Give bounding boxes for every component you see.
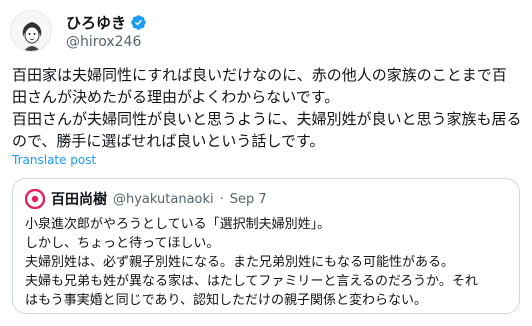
quoted-tweet-header: 百田尚樹 @hyakutanaoki · Sep 7	[25, 189, 507, 209]
verified-badge-icon	[130, 14, 147, 31]
translate-post-link[interactable]: Translate post	[12, 153, 96, 167]
quoted-handle[interactable]: @hyakutanaoki	[113, 192, 214, 207]
quoted-text-line: はもう事実婚と同じであり、認知しただけの親子関係と変わらない。	[25, 293, 427, 308]
tweet-text-line: 百田さんが夫婦同性が良いと思うように、夫婦別姓が良いと思う家族も居る	[12, 110, 522, 128]
quoted-text-line: 夫婦も兄弟も姓が異なる家は、はたしてファミリーと言えるのだろうか。それ	[25, 274, 478, 289]
quoted-text-line: 小泉進次郎がやろうとしている「選択制夫婦別姓」。	[25, 217, 331, 232]
meta-separator: ·	[219, 191, 224, 207]
quoted-user-avatar-icon[interactable]	[25, 189, 45, 209]
quoted-text-line: しかし、ちょっと待ってほしい。	[25, 236, 220, 251]
quoted-tweet-text: 小泉進次郎がやろうとしている「選択制夫婦別姓」。 しかし、ちょっと待ってほしい。…	[25, 215, 507, 310]
user-avatar-icon[interactable]	[10, 10, 52, 52]
tweet-text-line: 田さんが決めたがる理由がよくわからないです。	[12, 88, 340, 106]
tweet-text-line: 百田家は夫婦同性にすれば良いだけなのに、赤の他人の家族のことまで百	[12, 66, 507, 84]
author-names: ひろゆき @hirox246	[66, 12, 147, 50]
tweet-header: ひろゆき @hirox246	[10, 8, 522, 56]
author-handle[interactable]: @hirox246	[66, 34, 147, 50]
tweet-text-line: ので、勝手に選ばせれば良いという話しです。	[12, 132, 325, 150]
tweet-text: 百田家は夫婦同性にすれば良いだけなのに、赤の他人の家族のことまで百 田さんが決め…	[12, 64, 522, 152]
quoted-display-name[interactable]: 百田尚樹	[51, 189, 107, 209]
quoted-date[interactable]: Sep 7	[230, 192, 267, 207]
quoted-tweet[interactable]: 百田尚樹 @hyakutanaoki · Sep 7 小泉進次郎がやろうとしてい…	[12, 178, 520, 314]
quoted-text-line: 夫婦別姓は、必ず親子別姓になる。また兄弟別姓にもなる可能性がある。	[25, 255, 455, 270]
author-display-name[interactable]: ひろゆき	[66, 12, 126, 33]
